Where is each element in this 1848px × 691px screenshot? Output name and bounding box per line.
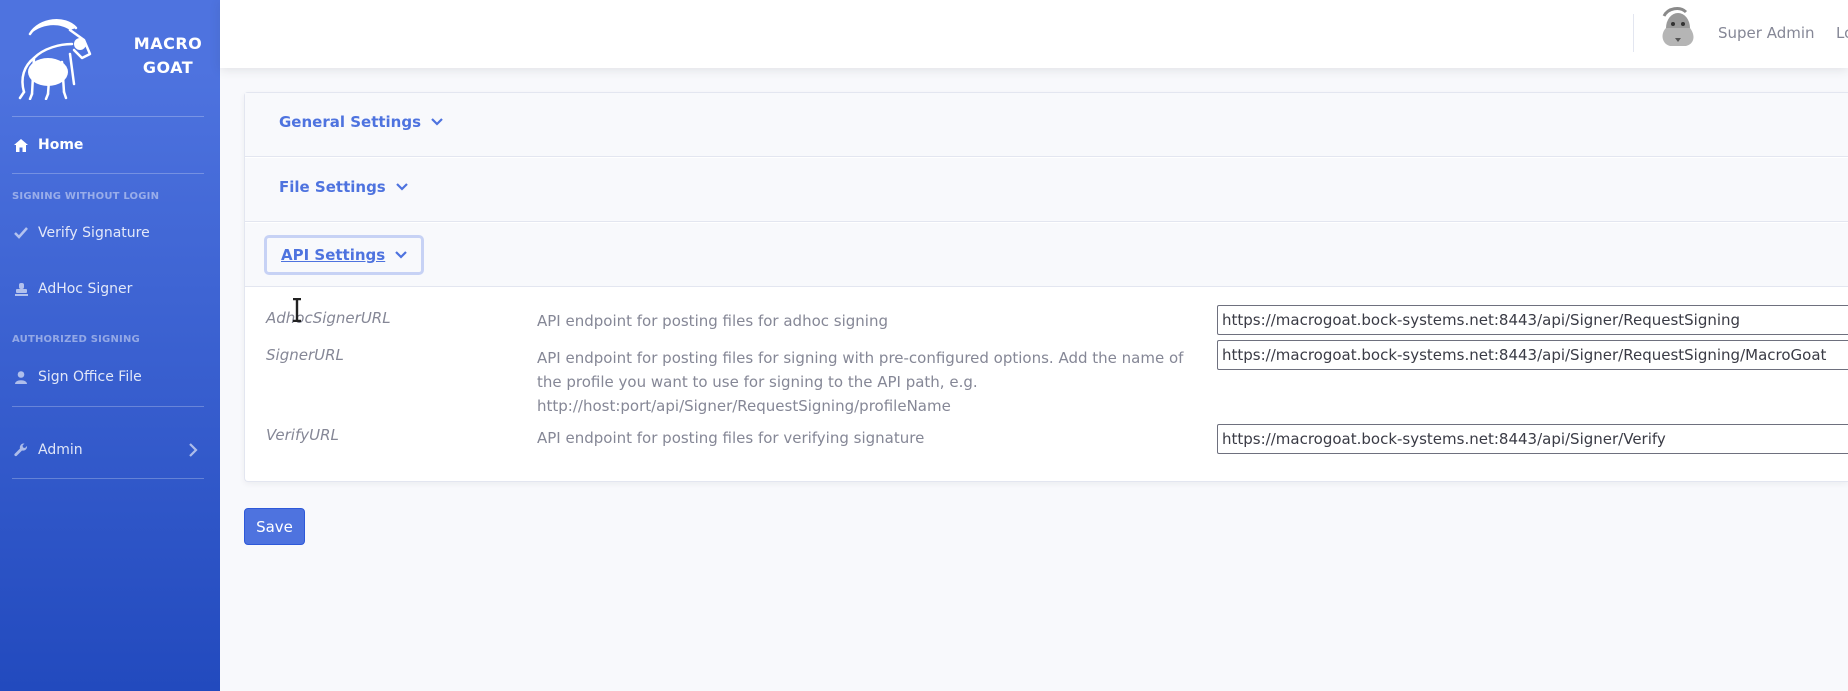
accordion-header-general: General Settings <box>245 93 1848 157</box>
chevron-down-icon <box>431 118 443 126</box>
brand-text: MACRO GOAT <box>133 34 203 77</box>
home-icon <box>14 138 28 152</box>
file-settings-toggle[interactable]: File Settings <box>279 178 408 196</box>
verify-url-input[interactable] <box>1217 424 1848 454</box>
topbar-divider <box>1633 14 1634 52</box>
sidebar-divider <box>12 116 204 117</box>
sidebar-item-label: Admin <box>38 442 83 458</box>
sidebar-item-label: AdHoc Signer <box>38 281 133 297</box>
setting-name: AdhocSignerURL <box>266 309 391 327</box>
sidebar-heading: SIGNING WITHOUT LOGIN <box>12 191 160 202</box>
accordion-label: General Settings <box>279 113 422 131</box>
accordion-label: File Settings <box>279 178 386 196</box>
chevron-down-icon <box>395 251 407 259</box>
accordion-header-file: File Settings <box>245 158 1848 222</box>
chevron-right-icon <box>189 443 198 457</box>
sidebar-divider <box>12 478 204 479</box>
topbar-truncated-text[interactable]: Lo <box>1836 24 1848 42</box>
setting-description: API endpoint for posting files for verif… <box>537 429 925 447</box>
accordion-header-api: API Settings <box>245 223 1848 287</box>
setting-name: VerifyURL <box>266 426 339 444</box>
topbar: Super Admin Lo <box>220 0 1848 68</box>
goat-logo-icon <box>18 19 92 100</box>
settings-accordion: General Settings File Settings API Setti… <box>244 92 1848 482</box>
setting-name: SignerURL <box>266 346 344 364</box>
stamp-icon <box>14 282 28 296</box>
signer-url-input[interactable] <box>1217 340 1848 370</box>
user-icon <box>14 370 28 384</box>
sidebar-item-home[interactable]: Home <box>0 125 220 165</box>
chevron-down-icon <box>395 183 408 191</box>
sidebar-item-admin[interactable]: Admin <box>0 430 220 470</box>
adhoc-signer-url-input[interactable] <box>1217 305 1848 335</box>
api-settings-toggle[interactable]: API Settings <box>264 235 425 275</box>
sidebar-item-label: Sign Office File <box>38 369 142 385</box>
sidebar-divider <box>12 406 204 407</box>
accordion-label: API Settings <box>281 246 386 264</box>
sidebar-item-label: Home <box>38 137 84 153</box>
sidebar-item-adhoc-signer[interactable]: AdHoc Signer <box>0 269 220 309</box>
sidebar-item-label: Verify Signature <box>38 225 150 241</box>
sidebar-heading: AUTHORIZED SIGNING <box>12 334 140 345</box>
sidebar: MACRO GOAT Home SIGNING WITHOUT LOGIN Ve… <box>0 0 220 691</box>
setting-description: API endpoint for posting files for signi… <box>537 349 1184 415</box>
check-icon <box>14 226 28 240</box>
setting-description: API endpoint for posting files for adhoc… <box>537 312 888 330</box>
text-cursor-icon <box>293 298 301 322</box>
wrench-icon <box>14 443 28 457</box>
sidebar-item-sign-office-file[interactable]: Sign Office File <box>0 357 220 397</box>
save-button[interactable]: Save <box>244 508 305 545</box>
user-name[interactable]: Super Admin <box>1718 24 1815 42</box>
avatar[interactable] <box>1656 6 1698 48</box>
general-settings-toggle[interactable]: General Settings <box>279 113 443 131</box>
sidebar-brand[interactable]: MACRO GOAT <box>0 0 220 116</box>
sidebar-divider <box>12 173 204 174</box>
sidebar-item-verify-signature[interactable]: Verify Signature <box>0 213 220 253</box>
